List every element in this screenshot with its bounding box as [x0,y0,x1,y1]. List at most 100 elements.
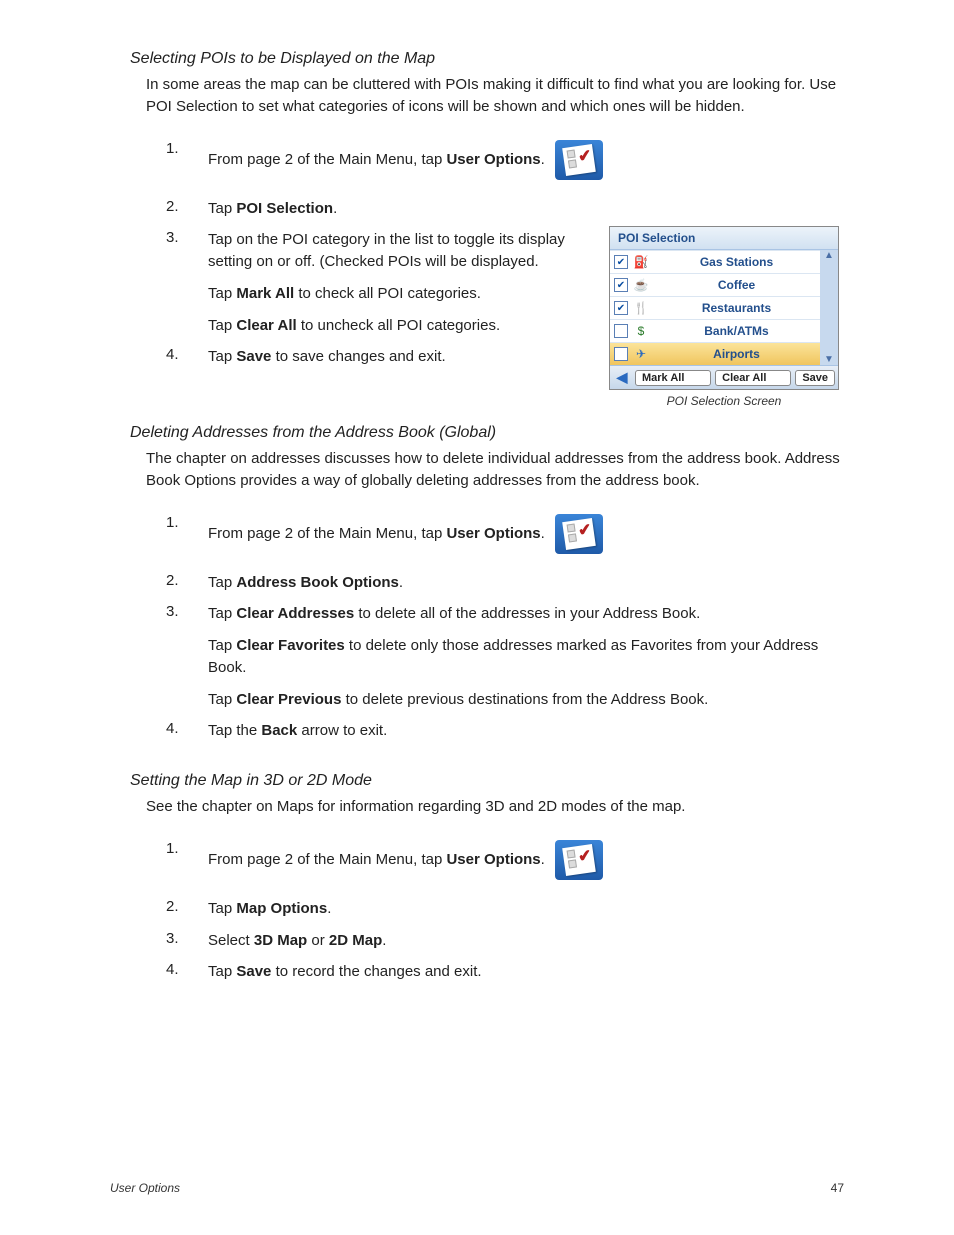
step-text: to delete previous destinations from the… [341,691,708,708]
checkbox-icon[interactable] [614,347,628,361]
poi-label: Airports [653,347,820,361]
checkbox-icon[interactable] [614,278,628,292]
period: . [333,200,337,217]
poi-row-bank[interactable]: $ Bank/ATMs [610,319,820,342]
save-button[interactable]: Save [795,370,835,386]
intro-poi: In some areas the map can be cluttered w… [146,74,844,118]
poi-row-restaurants[interactable]: 🍴 Restaurants [610,296,820,319]
step-bold: Address Book Options [236,574,399,591]
period: . [399,574,403,591]
bank-icon: $ [633,324,649,338]
checkbox-icon[interactable] [614,255,628,269]
footer-section: User Options [110,1181,180,1195]
heading-map-mode: Setting the Map in 3D or 2D Mode [130,772,844,790]
poi-row-coffee[interactable]: ☕ Coffee [610,273,820,296]
step-text: Select [208,932,254,949]
gas-station-icon: ⛽ [633,255,649,269]
step-text: From page 2 of the Main Menu, tap [208,525,446,542]
step-text: From page 2 of the Main Menu, tap [208,851,446,868]
period: . [541,151,545,168]
period: . [327,900,331,917]
step-text: Tap [208,317,236,334]
poi-label: Coffee [653,278,820,292]
step-text: Tap [208,285,236,302]
heading-delete-addr: Deleting Addresses from the Address Book… [130,424,844,442]
step-text: Tap [208,963,236,980]
user-options-icon: ✔ [555,140,603,180]
step-text: to record the changes and exit. [271,963,481,980]
step-bold: POI Selection [236,200,333,217]
step-bold: User Options [446,851,540,868]
scroll-up-icon[interactable]: ▲ [824,250,834,261]
scroll-down-icon[interactable]: ▼ [824,354,834,365]
step-bold: Mark All [236,285,294,302]
coffee-icon: ☕ [633,278,649,292]
step-text: From page 2 of the Main Menu, tap [208,151,446,168]
step-bold: Map Options [236,900,327,917]
step-text: Tap [208,348,236,365]
figure-caption: POI Selection Screen [609,394,839,408]
intro-map-mode: See the chapter on Maps for information … [146,796,844,818]
poi-row-gas[interactable]: ⛽ Gas Stations [610,250,820,273]
step-text: Tap [208,200,236,217]
step-text: arrow to exit. [297,722,387,739]
poi-label: Gas Stations [653,255,820,269]
step-text: Tap [208,574,236,591]
step-bold: Save [236,963,271,980]
list-number: 4. [160,961,208,978]
step-bold: User Options [446,525,540,542]
poi-title: POI Selection [610,227,838,250]
step-text: or [307,932,329,949]
poi-label: Restaurants [653,301,820,315]
step-bold: 3D Map [254,932,307,949]
period: . [541,851,545,868]
scroll-bar[interactable]: ▲▼ [820,250,838,365]
list-number: 3. [160,603,208,620]
step-text: Tap [208,637,236,654]
list-number: 4. [160,720,208,737]
step-text: Tap [208,900,236,917]
step-bold: 2D Map [329,932,382,949]
step-text: to uncheck all POI categories. [297,317,500,334]
heading-poi: Selecting POIs to be Displayed on the Ma… [130,50,844,68]
step-bold: Save [236,348,271,365]
checkbox-icon[interactable] [614,324,628,338]
poi-selection-figure: POI Selection ▲▼ ⛽Gas Stations ☕Coffee 🍴… [609,226,839,408]
list-number: 3. [160,229,208,246]
back-icon[interactable]: ◀ [613,369,631,386]
list-number: 2. [160,198,208,215]
user-options-icon: ✔ [555,514,603,554]
period: . [541,525,545,542]
user-options-icon: ✔ [555,840,603,880]
step-bold: Clear Favorites [236,637,344,654]
clear-all-button[interactable]: Clear All [715,370,791,386]
step-bold: Clear Addresses [236,605,354,622]
footer-page-number: 47 [831,1181,844,1195]
list-number: 1. [160,140,208,157]
airport-icon: ✈ [633,347,649,361]
step-text: to check all POI categories. [294,285,481,302]
step-text: Tap [208,691,236,708]
list-number: 2. [160,898,208,915]
step-text: to save changes and exit. [271,348,445,365]
list-number: 4. [160,346,208,363]
list-number: 3. [160,930,208,947]
step-bold: User Options [446,151,540,168]
step-bold: Clear All [236,317,296,334]
step-bold: Back [261,722,297,739]
mark-all-button[interactable]: Mark All [635,370,711,386]
poi-row-airports[interactable]: ✈ Airports [610,342,820,365]
list-number: 2. [160,572,208,589]
checkbox-icon[interactable] [614,301,628,315]
list-number: 1. [160,840,208,857]
intro-delete-addr: The chapter on addresses discusses how t… [146,448,844,492]
step-text: Tap on the POI category in the list to t… [208,229,568,273]
restaurant-icon: 🍴 [633,301,649,315]
step-text: Tap the [208,722,261,739]
poi-label: Bank/ATMs [653,324,820,338]
list-number: 1. [160,514,208,531]
period: . [382,932,386,949]
step-text: Tap [208,605,236,622]
step-bold: Clear Previous [236,691,341,708]
step-text: to delete all of the addresses in your A… [354,605,700,622]
